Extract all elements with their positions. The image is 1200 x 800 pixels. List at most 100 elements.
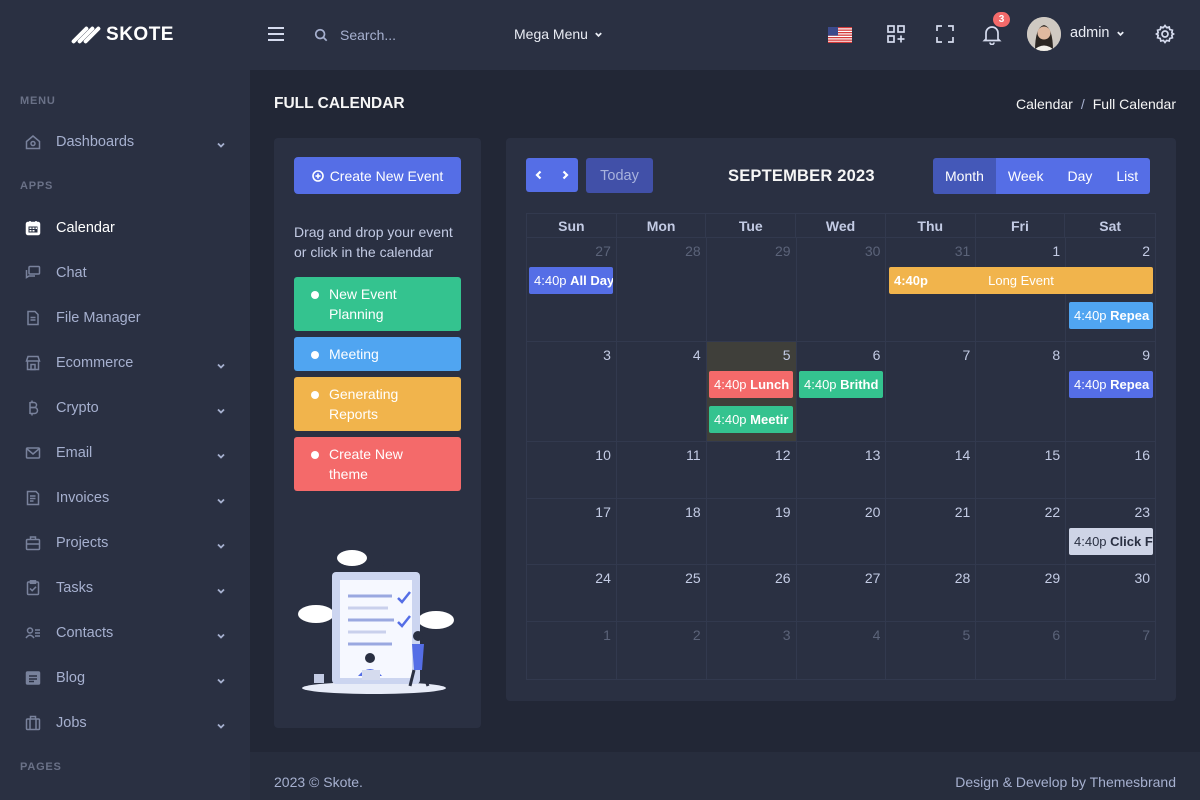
calendar-day-cell[interactable]: 24 bbox=[527, 565, 617, 621]
fullscreen-icon[interactable] bbox=[934, 23, 956, 45]
gear-icon[interactable] bbox=[1154, 23, 1176, 45]
day-number[interactable]: 11 bbox=[686, 447, 701, 463]
day-number[interactable]: 3 bbox=[783, 627, 791, 643]
view-list-button[interactable]: List bbox=[1104, 158, 1151, 194]
today-button[interactable]: Today bbox=[586, 158, 653, 193]
day-number[interactable]: 26 bbox=[775, 570, 791, 586]
search-input[interactable] bbox=[340, 27, 460, 43]
calendar-day-cell[interactable]: 7 bbox=[1066, 622, 1157, 679]
calendar-day-cell[interactable]: 11 bbox=[617, 442, 707, 498]
calendar-day-cell[interactable]: 6 bbox=[976, 622, 1067, 679]
view-day-button[interactable]: Day bbox=[1055, 158, 1105, 194]
day-number[interactable]: 4 bbox=[873, 627, 881, 643]
day-number[interactable]: 31 bbox=[955, 243, 971, 259]
day-number[interactable]: 18 bbox=[685, 504, 701, 520]
calendar-event[interactable]: 4:40p Repea bbox=[1069, 302, 1153, 329]
calendar-day-cell[interactable]: 17 bbox=[527, 499, 617, 564]
sidebar-item-file-manager[interactable]: File Manager bbox=[0, 295, 250, 340]
day-number[interactable]: 7 bbox=[963, 347, 971, 363]
calendar-day-cell[interactable]: 30 bbox=[1066, 565, 1157, 621]
calendar-day-cell[interactable]: 27 bbox=[797, 565, 887, 621]
us-flag-icon[interactable] bbox=[828, 27, 852, 43]
calendar-day-cell[interactable]: 2 bbox=[617, 622, 707, 679]
day-number[interactable]: 30 bbox=[865, 243, 881, 259]
day-number[interactable]: 27 bbox=[595, 243, 611, 259]
calendar-day-cell[interactable]: 28 bbox=[617, 238, 707, 341]
calendar-day-cell[interactable]: 18 bbox=[617, 499, 707, 564]
sidebar-item-dashboards[interactable]: Dashboards bbox=[0, 119, 250, 164]
breadcrumb-calendar[interactable]: Calendar bbox=[1016, 96, 1073, 112]
calendar-event[interactable]: 4:40p All Day bbox=[529, 267, 613, 294]
calendar-day-cell[interactable]: 4 bbox=[617, 342, 707, 441]
apps-grid-icon[interactable] bbox=[885, 23, 907, 45]
day-number[interactable]: 4 bbox=[693, 347, 701, 363]
calendar-day-cell[interactable]: 1 bbox=[527, 622, 617, 679]
calendar-event[interactable]: 4:40p Lunch bbox=[709, 371, 793, 398]
day-number[interactable]: 19 bbox=[775, 504, 791, 520]
day-number[interactable]: 24 bbox=[595, 570, 611, 586]
day-number[interactable]: 9 bbox=[1142, 347, 1150, 363]
day-number[interactable]: 16 bbox=[1134, 447, 1150, 463]
day-number[interactable]: 6 bbox=[873, 347, 881, 363]
sidebar-item-tasks[interactable]: Tasks bbox=[0, 565, 250, 610]
next-month-button[interactable] bbox=[552, 158, 578, 192]
sidebar-item-crypto[interactable]: Crypto bbox=[0, 385, 250, 430]
day-number[interactable]: 3 bbox=[603, 347, 611, 363]
day-number[interactable]: 8 bbox=[1052, 347, 1060, 363]
calendar-day-cell[interactable]: 29 bbox=[976, 565, 1067, 621]
sidebar-item-contacts[interactable]: Contacts bbox=[0, 610, 250, 655]
day-number[interactable]: 5 bbox=[963, 627, 971, 643]
day-number[interactable]: 10 bbox=[595, 447, 611, 463]
day-number[interactable]: 5 bbox=[783, 347, 791, 363]
day-number[interactable]: 13 bbox=[865, 447, 881, 463]
day-number[interactable]: 2 bbox=[693, 627, 701, 643]
day-number[interactable]: 12 bbox=[775, 447, 791, 463]
sidebar-item-chat[interactable]: Chat bbox=[0, 250, 250, 295]
calendar-event[interactable]: 4:40p Repea bbox=[1069, 371, 1153, 398]
calendar-event[interactable]: 4:40p Meetir bbox=[709, 406, 793, 433]
sidebar-item-email[interactable]: Email bbox=[0, 430, 250, 475]
calendar-day-cell[interactable]: 20 bbox=[797, 499, 887, 564]
draggable-event[interactable]: Meeting bbox=[294, 337, 461, 371]
calendar-day-cell[interactable]: 25 bbox=[617, 565, 707, 621]
avatar[interactable] bbox=[1027, 17, 1061, 51]
sidebar-item-calendar[interactable]: Calendar bbox=[0, 205, 250, 250]
day-number[interactable]: 1 bbox=[1052, 243, 1060, 259]
search-box[interactable] bbox=[314, 22, 474, 48]
day-number[interactable]: 27 bbox=[865, 570, 881, 586]
mega-menu-button[interactable]: Mega Menu bbox=[514, 26, 603, 42]
day-number[interactable]: 29 bbox=[1045, 570, 1061, 586]
calendar-day-cell[interactable]: 12 bbox=[707, 442, 797, 498]
day-number[interactable]: 7 bbox=[1142, 627, 1150, 643]
day-number[interactable]: 21 bbox=[955, 504, 971, 520]
user-menu-button[interactable]: admin bbox=[1070, 25, 1125, 41]
calendar-day-cell[interactable]: 19 bbox=[707, 499, 797, 564]
day-number[interactable]: 28 bbox=[955, 570, 971, 586]
day-number[interactable]: 15 bbox=[1045, 447, 1061, 463]
view-month-button[interactable]: Month bbox=[933, 158, 996, 194]
calendar-day-cell[interactable]: 7 bbox=[886, 342, 977, 441]
sidebar-item-invoices[interactable]: Invoices bbox=[0, 475, 250, 520]
sidebar-item-projects[interactable]: Projects bbox=[0, 520, 250, 565]
day-number[interactable]: 22 bbox=[1045, 504, 1061, 520]
calendar-day-cell[interactable]: 10 bbox=[527, 442, 617, 498]
calendar-event[interactable]: 4:40p Brithd bbox=[799, 371, 883, 398]
calendar-day-cell[interactable]: 13 bbox=[797, 442, 887, 498]
day-number[interactable]: 29 bbox=[775, 243, 791, 259]
calendar-day-cell[interactable]: 3 bbox=[707, 622, 797, 679]
calendar-day-cell[interactable]: 26 bbox=[707, 565, 797, 621]
calendar-day-cell[interactable]: 5 bbox=[886, 622, 977, 679]
sidebar-item-ecommerce[interactable]: Ecommerce bbox=[0, 340, 250, 385]
calendar-day-cell[interactable]: 29 bbox=[707, 238, 797, 341]
day-number[interactable]: 1 bbox=[603, 627, 611, 643]
brand-logo[interactable]: SKOTE bbox=[0, 0, 250, 70]
draggable-event[interactable]: Generating Reports bbox=[294, 377, 461, 431]
calendar-day-cell[interactable]: 3 bbox=[527, 342, 617, 441]
draggable-event[interactable]: Create New theme bbox=[294, 437, 461, 491]
calendar-day-cell[interactable]: 28 bbox=[886, 565, 977, 621]
view-week-button[interactable]: Week bbox=[995, 158, 1056, 194]
calendar-day-cell[interactable]: 14 bbox=[886, 442, 977, 498]
calendar-day-cell[interactable]: 22 bbox=[976, 499, 1067, 564]
day-number[interactable]: 20 bbox=[865, 504, 881, 520]
create-event-button[interactable]: Create New Event bbox=[294, 157, 461, 194]
